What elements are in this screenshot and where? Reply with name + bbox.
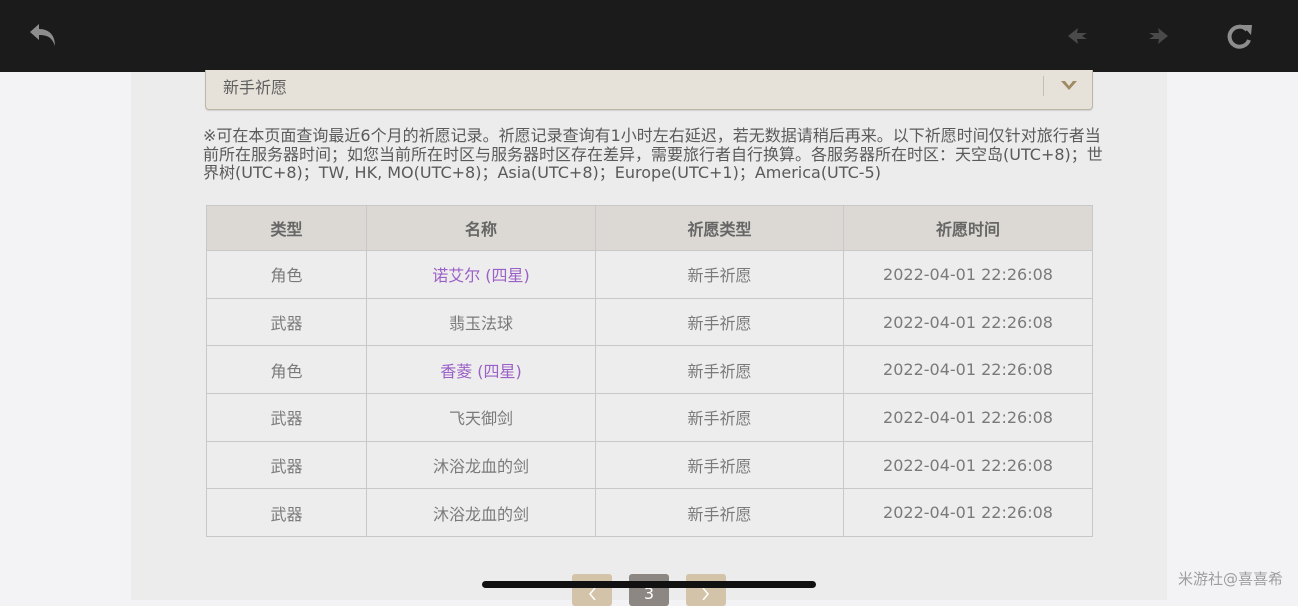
- cell-time: 2022-04-01 22:26:08: [843, 345, 1093, 395]
- cell-name: 翡玉法球: [366, 297, 596, 347]
- cell-time: 2022-04-01 22:26:08: [843, 297, 1093, 347]
- header-wish-time: 祈愿时间: [843, 205, 1093, 251]
- cell-time: 2022-04-01 22:26:08: [843, 250, 1093, 299]
- table-row: 武器 翡玉法球 新手祈愿 2022-04-01 22:26:08: [206, 297, 1093, 347]
- cell-name: 诺艾尔 (四星): [366, 250, 596, 299]
- home-indicator-bar[interactable]: [482, 581, 816, 588]
- browser-toolbar: [0, 0, 1298, 72]
- back-button[interactable]: [26, 18, 62, 54]
- refresh-icon: [1227, 24, 1252, 49]
- cell-type: 武器: [206, 297, 367, 347]
- cell-time: 2022-04-01 22:26:08: [843, 488, 1093, 538]
- back-arrow-icon: [30, 24, 55, 46]
- wish-history-notice: ※可在本页面查询最近6个月的祈愿记录。祈愿记录查询有1小时左右延迟，若无数据请稍…: [203, 126, 1103, 182]
- table-row: 武器 沐浴龙血的剑 新手祈愿 2022-04-01 22:26:08: [206, 440, 1093, 490]
- header-wish-type: 祈愿类型: [595, 205, 844, 251]
- nav-prev-button[interactable]: [1060, 18, 1096, 54]
- wish-history-panel: 新手祈愿 ※可在本页面查询最近6个月的祈愿记录。祈愿记录查询有1小时左右延迟，若…: [131, 70, 1167, 606]
- wish-type-select-value: 新手祈愿: [223, 78, 288, 97]
- wish-records-table: 类型 名称 祈愿类型 祈愿时间 角色 诺艾尔 (四星) 新手祈愿 2022-04…: [206, 205, 1093, 538]
- cell-type: 武器: [206, 488, 367, 538]
- cell-type: 武器: [206, 440, 367, 490]
- cell-name: 沐浴龙血的剑: [366, 488, 596, 538]
- nav-prev-icon: [1068, 28, 1087, 44]
- cell-name: 香菱 (四星): [366, 345, 596, 395]
- header-name: 名称: [366, 205, 596, 251]
- cell-wish-type: 新手祈愿: [595, 488, 844, 538]
- select-divider: [1043, 76, 1044, 96]
- cell-wish-type: 新手祈愿: [595, 345, 844, 395]
- current-page-indicator: 3: [629, 574, 669, 606]
- cell-name: 飞天御剑: [366, 393, 596, 442]
- cell-name: 沐浴龙血的剑: [366, 440, 596, 490]
- chevron-down-icon: [1061, 81, 1077, 90]
- header-type: 类型: [206, 205, 367, 251]
- prev-page-button[interactable]: [572, 574, 612, 606]
- next-page-button[interactable]: [686, 574, 726, 606]
- refresh-button[interactable]: [1222, 18, 1258, 54]
- cell-wish-type: 新手祈愿: [595, 440, 844, 490]
- cell-type: 武器: [206, 393, 367, 442]
- cell-wish-type: 新手祈愿: [595, 393, 844, 442]
- watermark-text: 米游社@喜喜希: [1178, 570, 1284, 588]
- table-row: 角色 诺艾尔 (四星) 新手祈愿 2022-04-01 22:26:08: [206, 250, 1093, 299]
- table-row: 武器 沐浴龙血的剑 新手祈愿 2022-04-01 22:26:08: [206, 488, 1093, 538]
- wish-type-select[interactable]: 新手祈愿: [205, 70, 1093, 110]
- nav-next-icon: [1149, 28, 1168, 44]
- cell-type: 角色: [206, 345, 367, 395]
- cell-wish-type: 新手祈愿: [595, 250, 844, 299]
- cell-type: 角色: [206, 250, 367, 299]
- nav-next-button[interactable]: [1140, 18, 1176, 54]
- cell-time: 2022-04-01 22:26:08: [843, 393, 1093, 442]
- table-header-row: 类型 名称 祈愿类型 祈愿时间: [206, 205, 1093, 251]
- table-row: 武器 飞天御剑 新手祈愿 2022-04-01 22:26:08: [206, 393, 1093, 442]
- cell-wish-type: 新手祈愿: [595, 297, 844, 347]
- table-row: 角色 香菱 (四星) 新手祈愿 2022-04-01 22:26:08: [206, 345, 1093, 395]
- cell-time: 2022-04-01 22:26:08: [843, 440, 1093, 490]
